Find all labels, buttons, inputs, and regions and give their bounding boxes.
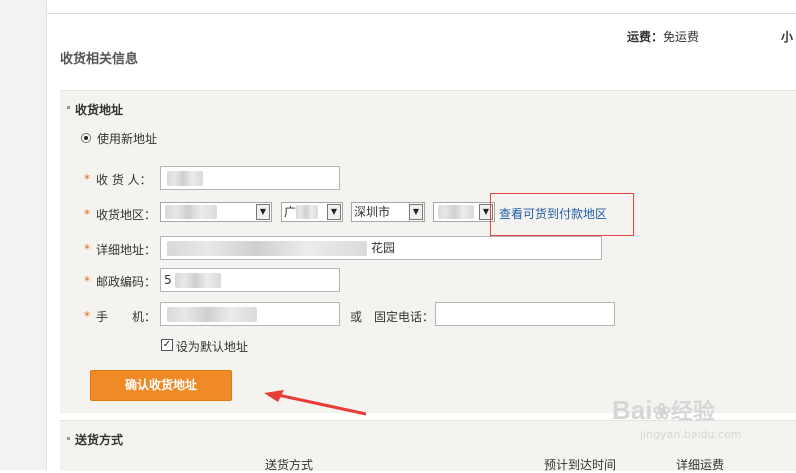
mobile-label: 手 机： <box>96 310 157 324</box>
redacted-text <box>165 205 217 219</box>
subtotal-label: 小 <box>781 30 794 44</box>
address-panel-title: 收货地址 <box>75 103 124 117</box>
shipping-fee-value: 免运费 <box>663 30 700 44</box>
arrow-head <box>264 390 284 402</box>
postcode-label: 邮政编码： <box>96 275 157 289</box>
shipping-fee-label: 运费： <box>627 30 664 44</box>
redacted-text <box>167 307 257 322</box>
redacted-text <box>438 205 474 219</box>
region-label: 收货地区： <box>96 208 157 222</box>
col-method: 送货方式 <box>265 458 314 472</box>
detail-address-input[interactable]: 花园 <box>160 236 602 260</box>
redacted-text <box>296 205 318 219</box>
section-title: 收货相关信息 <box>60 52 139 67</box>
arrow-shaft <box>277 393 367 416</box>
recipient-label: 收 货 人： <box>96 173 152 187</box>
redacted-text <box>175 273 221 288</box>
required-star: * <box>84 309 90 323</box>
confirm-address-button[interactable]: 确认收货地址 <box>90 370 232 401</box>
area-select[interactable]: ▼ <box>433 202 495 222</box>
radio-selected-icon[interactable] <box>81 133 91 143</box>
watermark-brand: Bai <box>612 395 653 425</box>
required-star: * <box>84 242 90 256</box>
left-sidebar-strip <box>0 0 47 470</box>
mobile-input[interactable] <box>160 302 340 326</box>
district-select[interactable]: 深圳市 ▼ <box>351 202 425 222</box>
postcode-input[interactable]: 5 <box>160 268 340 292</box>
required-star: * <box>84 207 90 221</box>
col-eta: 预计到达时间 <box>544 458 617 472</box>
landline-label: 固定电话： <box>374 310 435 324</box>
bullet-icon <box>67 437 70 440</box>
redacted-text <box>167 171 203 186</box>
radio-dot <box>84 136 88 140</box>
recipient-input[interactable] <box>160 166 340 190</box>
chevron-down-icon: ▼ <box>409 204 423 220</box>
chevron-down-icon: ▼ <box>327 204 341 220</box>
or-label: 或 <box>350 310 363 324</box>
delivery-panel-title: 送货方式 <box>75 433 124 447</box>
detail-address-label: 详细地址： <box>96 243 157 257</box>
col-fee: 详细运费 <box>676 458 725 472</box>
required-star: * <box>84 172 90 186</box>
shipping-fee: 运费：免运费 <box>627 28 699 45</box>
red-arrow-icon <box>262 390 372 420</box>
set-default-label: 设为默认地址 <box>176 340 249 354</box>
redacted-text <box>167 241 367 256</box>
city-select[interactable]: 广 ▼ <box>281 202 343 222</box>
chevron-down-icon: ▼ <box>256 204 270 220</box>
landline-input[interactable] <box>435 302 615 326</box>
use-new-address-label: 使用新地址 <box>97 132 158 146</box>
postcode-value: 5 <box>164 273 172 287</box>
city-select-value: 广 <box>284 205 297 219</box>
bullet-icon <box>67 106 70 109</box>
watermark-brand-cn: 经验 <box>670 399 715 424</box>
paw-icon: ❀ <box>652 399 671 424</box>
watermark-logo: Bai❀经验 <box>612 394 715 426</box>
checkbox-checked-icon[interactable]: ✓ <box>161 339 173 351</box>
arrow-svg <box>264 390 367 416</box>
required-star: * <box>84 274 90 288</box>
watermark-url: jingyan.baidu.com <box>640 428 742 441</box>
detail-address-value: 花园 <box>371 241 396 255</box>
province-select[interactable]: ▼ <box>160 202 272 222</box>
top-divider <box>47 13 796 14</box>
check-cod-link[interactable]: 查看可货到付款地区 <box>499 205 607 222</box>
district-select-value: 深圳市 <box>354 205 391 219</box>
